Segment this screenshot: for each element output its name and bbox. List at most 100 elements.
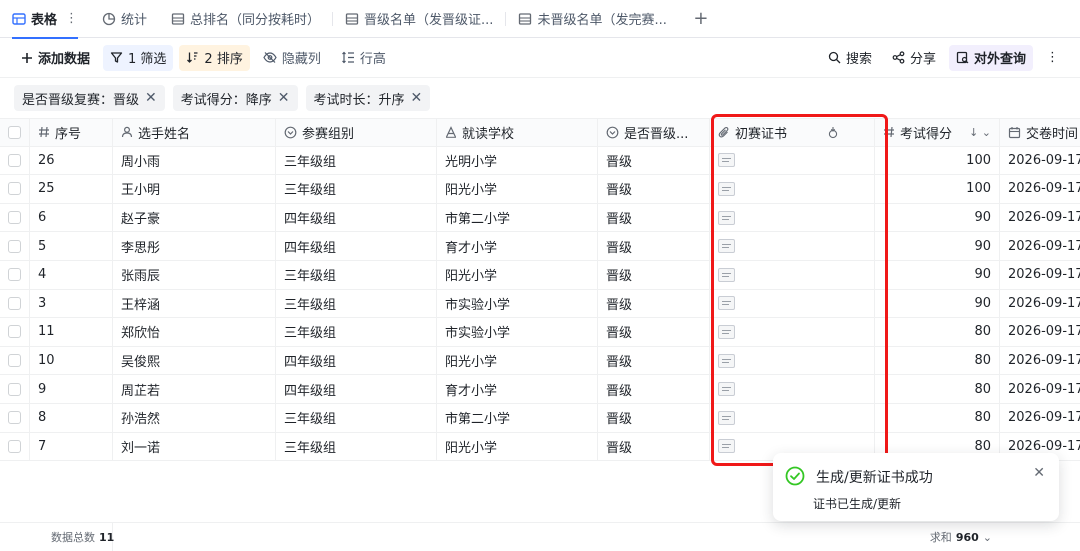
attachment-thumbnail-icon[interactable] [718,382,735,397]
cell-advance[interactable]: 晋级 [598,260,710,289]
cell-score[interactable]: 100 [875,146,1000,175]
cell-certificate[interactable] [710,403,875,432]
cell-certificate[interactable] [710,289,875,318]
table-row[interactable]: 11 郑欣怡 三年级组 市实验小学 晋级 80 2026-09-17 [0,318,1080,347]
filter-button[interactable]: 1 筛选 [103,44,174,71]
cell-no[interactable]: 26 [30,146,113,175]
cell-school[interactable]: 市第二小学 [437,203,598,232]
cell-no[interactable]: 7 [30,432,113,461]
search-button[interactable]: 搜索 [821,45,879,71]
cell-score[interactable]: 80 [875,346,1000,375]
row-checkbox[interactable] [0,318,30,346]
cell-time[interactable]: 2026-09-17 [1000,375,1080,403]
cell-group[interactable]: 三年级组 [276,432,437,461]
hide-columns-button[interactable]: 隐藏列 [256,45,328,71]
cell-no[interactable]: 5 [30,232,113,260]
field-action-icon[interactable] [827,126,844,139]
cell-score[interactable]: 80 [875,375,1000,403]
cell-school[interactable]: 阳光小学 [437,346,598,375]
tab-table[interactable]: 表格 ⋮ [0,0,90,39]
cell-name[interactable]: 吴俊熙 [113,346,276,375]
attachment-thumbnail-icon[interactable] [718,296,735,311]
cell-certificate[interactable] [710,146,875,175]
cell-school[interactable]: 市实验小学 [437,318,598,346]
cell-time[interactable]: 2026-09-17 [1000,404,1080,432]
table-row[interactable]: 4 张雨辰 三年级组 阳光小学 晋级 90 2026-09-17 [0,260,1080,290]
cell-advance[interactable]: 晋级 [598,346,710,375]
cell-score[interactable]: 90 [875,203,1000,232]
column-header-time[interactable]: 交卷时间 [1000,119,1080,146]
cell-time[interactable]: 2026-09-17 [1000,261,1080,289]
cell-school[interactable]: 市第二小学 [437,403,598,432]
cell-no[interactable]: 6 [30,203,113,232]
table-row[interactable]: 5 李思彤 四年级组 育才小学 晋级 90 2026-09-17 [0,232,1080,261]
add-record-button[interactable]: 添加数据 [14,45,97,71]
column-header-advance[interactable]: 是否晋级... [598,119,710,146]
cell-time[interactable]: 2026-09-17 [1000,232,1080,260]
cell-name[interactable]: 刘一诺 [113,432,276,461]
column-header-group[interactable]: 参赛组别 [276,119,437,146]
cell-group[interactable]: 四年级组 [276,375,437,403]
row-height-button[interactable]: 行高 [334,45,393,71]
close-icon[interactable]: ✕ [411,90,423,106]
cell-time[interactable]: 2026-09-17 [1000,175,1080,203]
close-icon[interactable]: ✕ [278,90,290,106]
cell-name[interactable]: 郑欣怡 [113,318,276,346]
cell-school[interactable]: 阳光小学 [437,260,598,289]
cell-group[interactable]: 三年级组 [276,260,437,289]
cell-score[interactable]: 80 [875,318,1000,346]
row-checkbox[interactable] [0,232,30,260]
cell-no[interactable]: 9 [30,375,113,403]
attachment-thumbnail-icon[interactable] [718,410,735,425]
close-icon[interactable]: ✕ [1033,465,1045,481]
cell-name[interactable]: 王梓涵 [113,289,276,318]
cell-name[interactable]: 赵子豪 [113,203,276,232]
cell-certificate[interactable] [710,260,875,289]
cell-time[interactable]: 2026-09-17 [1000,290,1080,318]
attachment-thumbnail-icon[interactable] [718,324,735,339]
column-header-score[interactable]: 考试得分 ↓ ⌄ [875,119,1000,146]
score-sum[interactable]: 求和 960 ⌄ [930,529,992,545]
row-checkbox[interactable] [0,375,30,403]
cell-no[interactable]: 8 [30,403,113,432]
sort-chip[interactable]: 考试时长：升序 ✕ [305,85,431,111]
cell-group[interactable]: 三年级组 [276,403,437,432]
table-row[interactable]: 25 王小明 三年级组 阳光小学 晋级 100 2026-09-17 [0,175,1080,204]
column-header-school[interactable]: 就读学校 [437,119,598,146]
cell-certificate[interactable] [710,375,875,403]
attachment-thumbnail-icon[interactable] [718,267,735,282]
filter-chip[interactable]: 是否晋级复赛：晋级 ✕ [14,85,165,111]
cell-advance[interactable]: 晋级 [598,318,710,346]
row-checkbox[interactable] [0,203,30,232]
cell-certificate[interactable] [710,318,875,346]
cell-school[interactable]: 阳光小学 [437,175,598,203]
cell-no[interactable]: 4 [30,260,113,289]
attachment-thumbnail-icon[interactable] [718,181,735,196]
public-query-button[interactable]: 对外查询 [948,44,1033,71]
table-row[interactable]: 8 孙浩然 三年级组 市第二小学 晋级 80 2026-09-17 [0,403,1080,433]
column-header-no[interactable]: 序号 [30,119,113,146]
sort-chip[interactable]: 考试得分：降序 ✕ [172,85,298,111]
table-row[interactable]: 9 周芷若 四年级组 育才小学 晋级 80 2026-09-17 [0,375,1080,404]
cell-time[interactable]: 2026-09-17 [1000,347,1080,375]
cell-advance[interactable]: 晋级 [598,175,710,203]
cell-name[interactable]: 王小明 [113,175,276,203]
cell-name[interactable]: 张雨辰 [113,260,276,289]
cell-group[interactable]: 三年级组 [276,318,437,346]
sort-button[interactable]: 2 排序 [179,44,250,71]
column-header-name[interactable]: 选手姓名 [113,119,276,146]
cell-name[interactable]: 李思彤 [113,232,276,260]
cell-no[interactable]: 3 [30,289,113,318]
cell-certificate[interactable] [710,346,875,375]
cell-score[interactable]: 80 [875,403,1000,432]
cell-school[interactable]: 市实验小学 [437,289,598,318]
row-checkbox[interactable] [0,289,30,318]
cell-group[interactable]: 四年级组 [276,346,437,375]
select-all-checkbox[interactable] [0,119,30,146]
row-checkbox[interactable] [0,146,30,175]
cell-time[interactable]: 2026-09-17 [1000,147,1080,175]
cell-name[interactable]: 孙浩然 [113,403,276,432]
cell-school[interactable]: 光明小学 [437,146,598,175]
cell-no[interactable]: 11 [30,318,113,346]
cell-advance[interactable]: 晋级 [598,432,710,461]
